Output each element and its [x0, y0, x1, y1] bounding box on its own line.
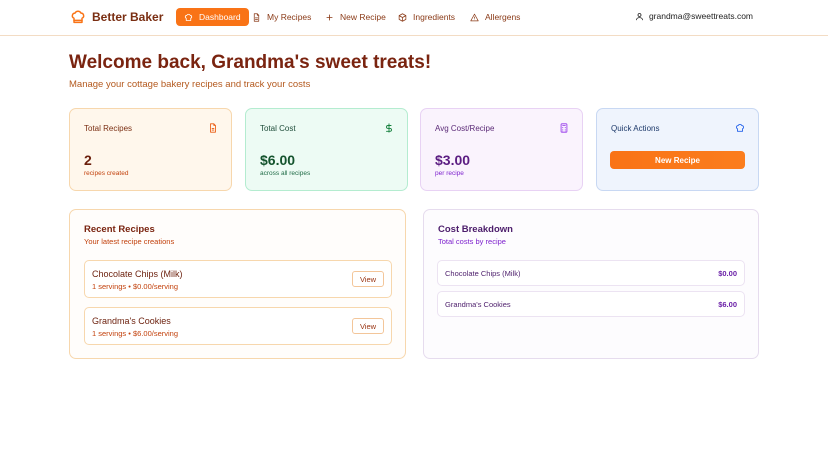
card-label: Total Cost	[260, 124, 296, 133]
panel-title: Cost Breakdown	[438, 224, 513, 235]
recipe-name: Grandma's Cookies	[92, 316, 171, 326]
nav-new-recipe[interactable]: New Recipe	[317, 8, 394, 26]
recipe-meta: 1 servings • $6.00/serving	[92, 329, 179, 338]
total-recipes-card: Total Recipes 2 recipes created	[69, 108, 232, 191]
card-value: 2	[84, 152, 92, 168]
recent-recipes-panel: Recent Recipes Your latest recipe creati…	[69, 209, 406, 359]
cost-breakdown-panel: Cost Breakdown Total costs by recipe Cho…	[423, 209, 759, 359]
cost-recipe-name: Chocolate Chips (Milk)	[445, 269, 521, 278]
panel-title: Recent Recipes	[84, 224, 155, 235]
card-value: $3.00	[435, 152, 471, 168]
recipe-meta: 1 servings • $0.00/serving	[92, 282, 179, 291]
page-subtitle: Manage your cottage bakery recipes and t…	[69, 79, 311, 90]
nav-ingredients[interactable]: Ingredients	[390, 8, 463, 26]
recipe-list-item: Grandma's Cookies 1 servings • $6.00/ser…	[84, 307, 392, 345]
recipe-list-item: Chocolate Chips (Milk) 1 servings • $0.0…	[84, 260, 392, 298]
brand-logo[interactable]: Better Baker	[70, 9, 163, 25]
nav-my-recipes-label: My Recipes	[267, 12, 312, 22]
cost-value: $0.00	[718, 269, 737, 278]
user-menu[interactable]: grandma@sweettreats.com	[635, 11, 753, 21]
top-navbar: Better Baker Dashboard My Recipes New Re…	[0, 0, 828, 36]
chef-hat-icon	[184, 13, 193, 21]
nav-allergens[interactable]: Allergens	[462, 8, 528, 26]
card-label: Total Recipes	[84, 124, 133, 133]
nav-ingredients-label: Ingredients	[413, 12, 456, 22]
user-icon	[636, 12, 643, 20]
brand-name: Better Baker	[92, 10, 164, 24]
cost-list-item: Grandma's Cookies $6.00	[437, 291, 745, 317]
nav-dashboard-label: Dashboard	[199, 12, 241, 22]
card-label: Avg Cost/Recipe	[435, 124, 495, 133]
new-recipe-button[interactable]: New Recipe	[610, 151, 745, 169]
document-icon	[210, 123, 216, 133]
panel-subtitle: Your latest recipe creations	[84, 237, 175, 246]
recipe-name: Chocolate Chips (Milk)	[92, 269, 183, 279]
nav-dashboard[interactable]: Dashboard	[176, 8, 249, 26]
cost-recipe-name: Grandma's Cookies	[445, 300, 511, 309]
card-value: $6.00	[260, 152, 296, 168]
nav-allergens-label: Allergens	[485, 12, 521, 22]
card-note: per recipe	[435, 170, 464, 177]
warning-icon	[470, 13, 479, 21]
dollar-icon	[386, 123, 392, 133]
calculator-icon	[560, 123, 568, 133]
plus-icon	[326, 13, 333, 21]
card-note: across all recipes	[260, 170, 311, 177]
nav-my-recipes[interactable]: My Recipes	[244, 8, 319, 26]
view-recipe-button[interactable]: View	[352, 318, 384, 334]
card-label: Quick Actions	[611, 124, 660, 133]
cost-list-item: Chocolate Chips (Milk) $0.00	[437, 260, 745, 286]
card-note: recipes created	[84, 170, 129, 177]
chef-hat-icon	[736, 123, 744, 132]
package-icon	[398, 12, 407, 22]
page-title: Welcome back, Grandma's sweet treats!	[69, 52, 432, 73]
panel-subtitle: Total costs by recipe	[438, 237, 506, 246]
view-recipe-button[interactable]: View	[352, 271, 384, 287]
total-cost-card: Total Cost $6.00 across all recipes	[245, 108, 408, 191]
document-icon	[253, 12, 260, 22]
quick-actions-card: Quick Actions New Recipe	[596, 108, 759, 191]
chef-hat-icon	[71, 10, 85, 24]
avg-cost-card: Avg Cost/Recipe $3.00 per recipe	[420, 108, 583, 191]
nav-new-recipe-label: New Recipe	[340, 12, 386, 22]
cost-value: $6.00	[718, 300, 737, 309]
user-email: grandma@sweettreats.com	[648, 11, 753, 21]
